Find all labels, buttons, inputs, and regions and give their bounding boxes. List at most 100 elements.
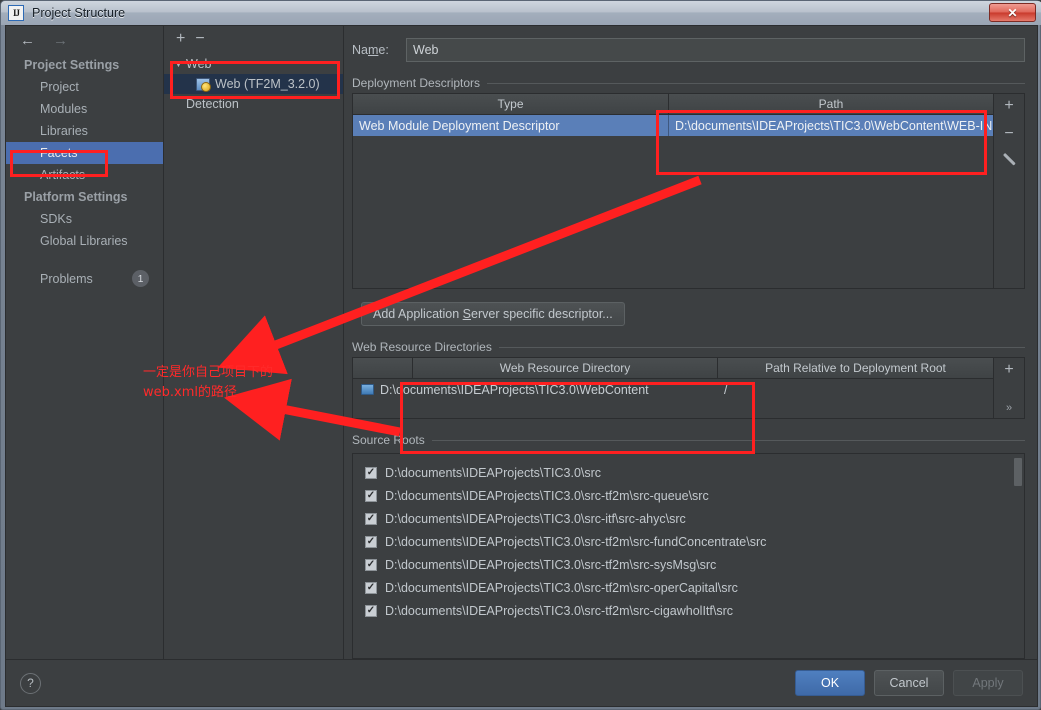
sidebar-divider (6, 252, 163, 266)
chevron-down-icon[interactable]: ▼ (174, 59, 186, 69)
column-header-type[interactable]: Type (353, 94, 669, 114)
sidebar-item-label: Problems (40, 271, 93, 286)
help-icon[interactable]: ? (20, 672, 41, 694)
column-header-icon (353, 358, 413, 378)
dialog-actions: OK Cancel Apply (795, 670, 1023, 696)
web-resource-directories-table-wrap: Web Resource Directory Path Relative to … (352, 357, 1025, 419)
list-item[interactable]: ✓ D:\documents\IDEAProjects\TIC3.0\src-t… (353, 484, 1013, 507)
problems-count-badge: 1 (132, 270, 149, 287)
table-empty-area (353, 136, 993, 288)
cell-directory: D:\documents\IDEAProjects\TIC3.0\WebCont… (353, 379, 718, 400)
table-row[interactable]: Web Module Deployment Descriptor D:\docu… (353, 115, 993, 136)
forward-arrow-icon[interactable]: → (53, 33, 68, 48)
table-empty-area (353, 400, 993, 418)
facet-details-panel: Name: Deployment Descriptors Type Path W… (344, 26, 1037, 659)
ok-button[interactable]: OK (795, 670, 865, 696)
list-item-label: D:\documents\IDEAProjects\TIC3.0\src-tf2… (385, 488, 709, 503)
navigation-arrows: ← → (6, 26, 163, 54)
list-item[interactable]: ✓ D:\documents\IDEAProjects\TIC3.0\src-t… (353, 576, 1013, 599)
table-row[interactable]: D:\documents\IDEAProjects\TIC3.0\WebCont… (353, 379, 993, 400)
column-header-relative-path[interactable]: Path Relative to Deployment Root (718, 358, 993, 378)
cell-relative-path: / (724, 382, 728, 397)
cell-path: D:\documents\IDEAProjects\TIC3.0\WebCont… (675, 118, 993, 133)
facets-tree-panel: + − ▼ Web Web (TF2M_3.2.0) Detection (164, 26, 344, 659)
source-roots-list-box: ✓ D:\documents\IDEAProjects\TIC3.0\src ✓… (352, 453, 1025, 659)
facets-tree: ▼ Web Web (TF2M_3.2.0) Detection (164, 52, 343, 659)
table-header: Type Path (353, 94, 993, 115)
list-item[interactable]: ✓ D:\documents\IDEAProjects\TIC3.0\src-t… (353, 599, 1013, 622)
add-descriptor-row: Add Application Server specific descript… (361, 302, 1025, 326)
remove-descriptor-icon[interactable]: − (1004, 126, 1013, 142)
add-descriptor-icon[interactable]: + (1004, 98, 1013, 114)
add-web-resource-directory-icon[interactable]: + (1004, 362, 1013, 378)
project-structure-dialog: ← → Project Settings Project Modules Lib… (5, 25, 1038, 707)
tree-node-label: Detection (186, 97, 239, 111)
cell-type: Web Module Deployment Descriptor (353, 115, 669, 136)
dialog-window: IJ Project Structure ✕ ← → Project Setti… (0, 0, 1041, 710)
list-item[interactable]: ✓ D:\documents\IDEAProjects\TIC3.0\src (353, 461, 1013, 484)
column-header-path[interactable]: Path (669, 94, 993, 114)
deployment-descriptors-table: Type Path Web Module Deployment Descript… (352, 93, 994, 289)
tree-node-label: Web (TF2M_3.2.0) (215, 77, 320, 91)
apply-button: Apply (953, 670, 1023, 696)
sidebar-group-project-settings: Project Settings (24, 58, 120, 72)
checkbox[interactable]: ✓ (365, 466, 377, 479)
column-header-web-resource-directory[interactable]: Web Resource Directory (413, 358, 718, 378)
checkbox[interactable]: ✓ (365, 489, 377, 502)
sidebar-item-project[interactable]: Project (6, 76, 163, 98)
source-roots-scrollbar[interactable] (1013, 454, 1024, 658)
tree-node-detection[interactable]: Detection (164, 94, 343, 114)
dialog-button-bar: ? OK Cancel Apply (6, 659, 1037, 706)
sidebar-group-platform-settings: Platform Settings (24, 190, 128, 204)
back-arrow-icon[interactable]: ← (20, 33, 35, 48)
sidebar-item-global-libraries[interactable]: Global Libraries (6, 230, 163, 252)
list-item[interactable]: ✓ D:\documents\IDEAProjects\TIC3.0\src-t… (353, 530, 1013, 553)
list-item-label: D:\documents\IDEAProjects\TIC3.0\src-tf2… (385, 534, 767, 549)
close-icon[interactable]: ✕ (989, 3, 1036, 22)
web-facet-icon (196, 77, 211, 92)
web-resource-directories-title: Web Resource Directories (352, 340, 1025, 354)
edit-descriptor-icon[interactable] (1002, 154, 1017, 169)
facets-tree-toolbar: + − (164, 26, 343, 52)
sidebar-item-libraries[interactable]: Libraries (6, 120, 163, 142)
tree-node-label: Web (186, 57, 212, 71)
list-item-label: D:\documents\IDEAProjects\TIC3.0\src (385, 465, 602, 480)
tree-node-web-group[interactable]: ▼ Web (164, 54, 343, 74)
deployment-descriptors-tools: + − (994, 93, 1025, 289)
settings-sidebar: ← → Project Settings Project Modules Lib… (6, 26, 164, 659)
add-application-server-descriptor-button[interactable]: Add Application Server specific descript… (361, 302, 625, 326)
list-item-label: D:\documents\IDEAProjects\TIC3.0\src-tf2… (385, 603, 734, 618)
name-label: Name: (352, 43, 389, 57)
sidebar-item-modules[interactable]: Modules (6, 98, 163, 120)
sidebar-item-facets[interactable]: Facets (6, 142, 163, 164)
cell-directory-label: D:\documents\IDEAProjects\TIC3.0\WebCont… (380, 382, 649, 397)
cancel-button[interactable]: Cancel (874, 670, 944, 696)
checkbox[interactable]: ✓ (365, 558, 377, 571)
deployment-descriptors-title: Deployment Descriptors (352, 76, 1025, 90)
window-title: Project Structure (32, 6, 126, 20)
folder-icon (361, 384, 374, 395)
list-item-label: D:\documents\IDEAProjects\TIC3.0\src-itf… (385, 511, 686, 526)
remove-facet-icon[interactable]: − (195, 31, 204, 47)
name-input[interactable] (406, 38, 1025, 62)
scrollbar-thumb[interactable] (1014, 458, 1022, 486)
source-roots-title: Source Roots (352, 433, 1025, 447)
sidebar-item-problems[interactable]: Problems 1 (6, 266, 163, 291)
name-row: Name: (352, 38, 1025, 62)
title-bar: IJ Project Structure ✕ (1, 1, 1041, 25)
checkbox[interactable]: ✓ (365, 604, 377, 617)
more-options-icon[interactable]: » (1006, 402, 1012, 414)
list-item-label: D:\documents\IDEAProjects\TIC3.0\src-tf2… (385, 580, 738, 595)
web-resource-directories-table: Web Resource Directory Path Relative to … (352, 357, 994, 419)
list-item[interactable]: ✓ D:\documents\IDEAProjects\TIC3.0\src-t… (353, 553, 1013, 576)
add-facet-icon[interactable]: + (176, 31, 185, 47)
checkbox[interactable]: ✓ (365, 535, 377, 548)
sidebar-item-artifacts[interactable]: Artifacts (6, 164, 163, 186)
checkbox[interactable]: ✓ (365, 581, 377, 594)
sidebar-item-sdks[interactable]: SDKs (6, 208, 163, 230)
list-item[interactable]: ✓ D:\documents\IDEAProjects\TIC3.0\src-i… (353, 507, 1013, 530)
checkbox[interactable]: ✓ (365, 512, 377, 525)
deployment-descriptors-table-wrap: Type Path Web Module Deployment Descript… (352, 93, 1025, 289)
tree-node-web-facet[interactable]: Web (TF2M_3.2.0) (164, 74, 343, 94)
dialog-content: ← → Project Settings Project Modules Lib… (6, 26, 1037, 659)
